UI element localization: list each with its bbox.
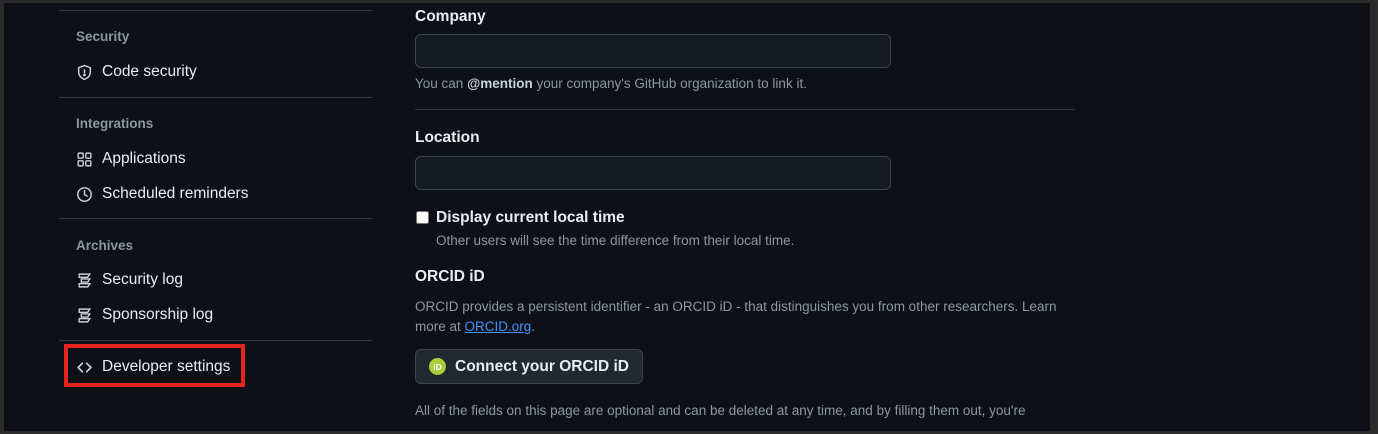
local-time-hint: Other users will see the time difference… (436, 233, 795, 248)
local-time-checkbox[interactable] (416, 211, 429, 224)
sidebar-item-label: Security log (102, 271, 183, 288)
company-hint-suffix: your company's GitHub organization to li… (532, 76, 807, 91)
form-footer-text: All of the fields on this page are optio… (415, 403, 1026, 418)
form-divider (415, 109, 1075, 110)
company-hint-prefix: You can (415, 76, 468, 91)
orcid-title: ORCID iD (415, 268, 485, 285)
sidebar-item-code-security[interactable]: Code security (76, 59, 197, 85)
sidebar-item-developer-settings[interactable]: Developer settings (76, 354, 230, 380)
code-icon (76, 359, 93, 376)
company-label: Company (415, 8, 486, 25)
company-hint-mention: @mention (467, 76, 533, 91)
log-icon (76, 307, 93, 324)
sidebar-item-label: Applications (102, 150, 186, 167)
shield-icon (76, 64, 93, 81)
sidebar-section-security-title: Security (76, 29, 130, 44)
orcid-badge-icon: iD (429, 358, 446, 375)
sidebar-item-label: Code security (102, 63, 197, 80)
sidebar-item-label: Developer settings (102, 358, 231, 375)
profile-form: Company You can @mention your company's … (415, 3, 1095, 431)
sidebar-item-label: Sponsorship log (102, 306, 214, 323)
sidebar-divider (59, 97, 372, 98)
company-input[interactable] (415, 34, 891, 68)
sidebar-item-scheduled-reminders[interactable]: Scheduled reminders (76, 181, 248, 207)
connect-orcid-label: Connect your ORCID iD (455, 357, 629, 375)
local-time-label[interactable]: Display current local time (436, 209, 625, 227)
sidebar-item-label: Scheduled reminders (102, 185, 249, 202)
sidebar-item-applications[interactable]: Applications (76, 146, 186, 172)
sidebar-divider (59, 218, 372, 219)
settings-sidebar: Security Code security Integrations Appl… (59, 3, 372, 431)
orcid-link[interactable]: ORCID.org (465, 319, 532, 334)
sidebar-divider (59, 340, 372, 341)
sidebar-divider (59, 10, 372, 11)
orcid-description-line1: ORCID provides a persistent identifier -… (415, 299, 1057, 314)
log-icon (76, 272, 93, 289)
sidebar-item-security-log[interactable]: Security log (76, 267, 183, 293)
location-label: Location (415, 129, 480, 146)
sidebar-item-sponsorship-log[interactable]: Sponsorship log (76, 302, 213, 328)
orcid-description-suffix: . (531, 318, 536, 334)
settings-page: Security Code security Integrations Appl… (4, 3, 1370, 431)
connect-orcid-button[interactable]: iD Connect your ORCID iD (415, 349, 643, 384)
apps-icon (76, 151, 93, 168)
sidebar-section-integrations-title: Integrations (76, 116, 154, 131)
company-hint: You can @mention your company's GitHub o… (415, 76, 807, 91)
sidebar-section-archives-title: Archives (76, 238, 134, 253)
location-input[interactable] (415, 156, 891, 190)
orcid-description: ORCID provides a persistent identifier -… (415, 297, 1080, 336)
orcid-description-prefix: more at (415, 318, 465, 334)
clock-icon (76, 186, 93, 203)
